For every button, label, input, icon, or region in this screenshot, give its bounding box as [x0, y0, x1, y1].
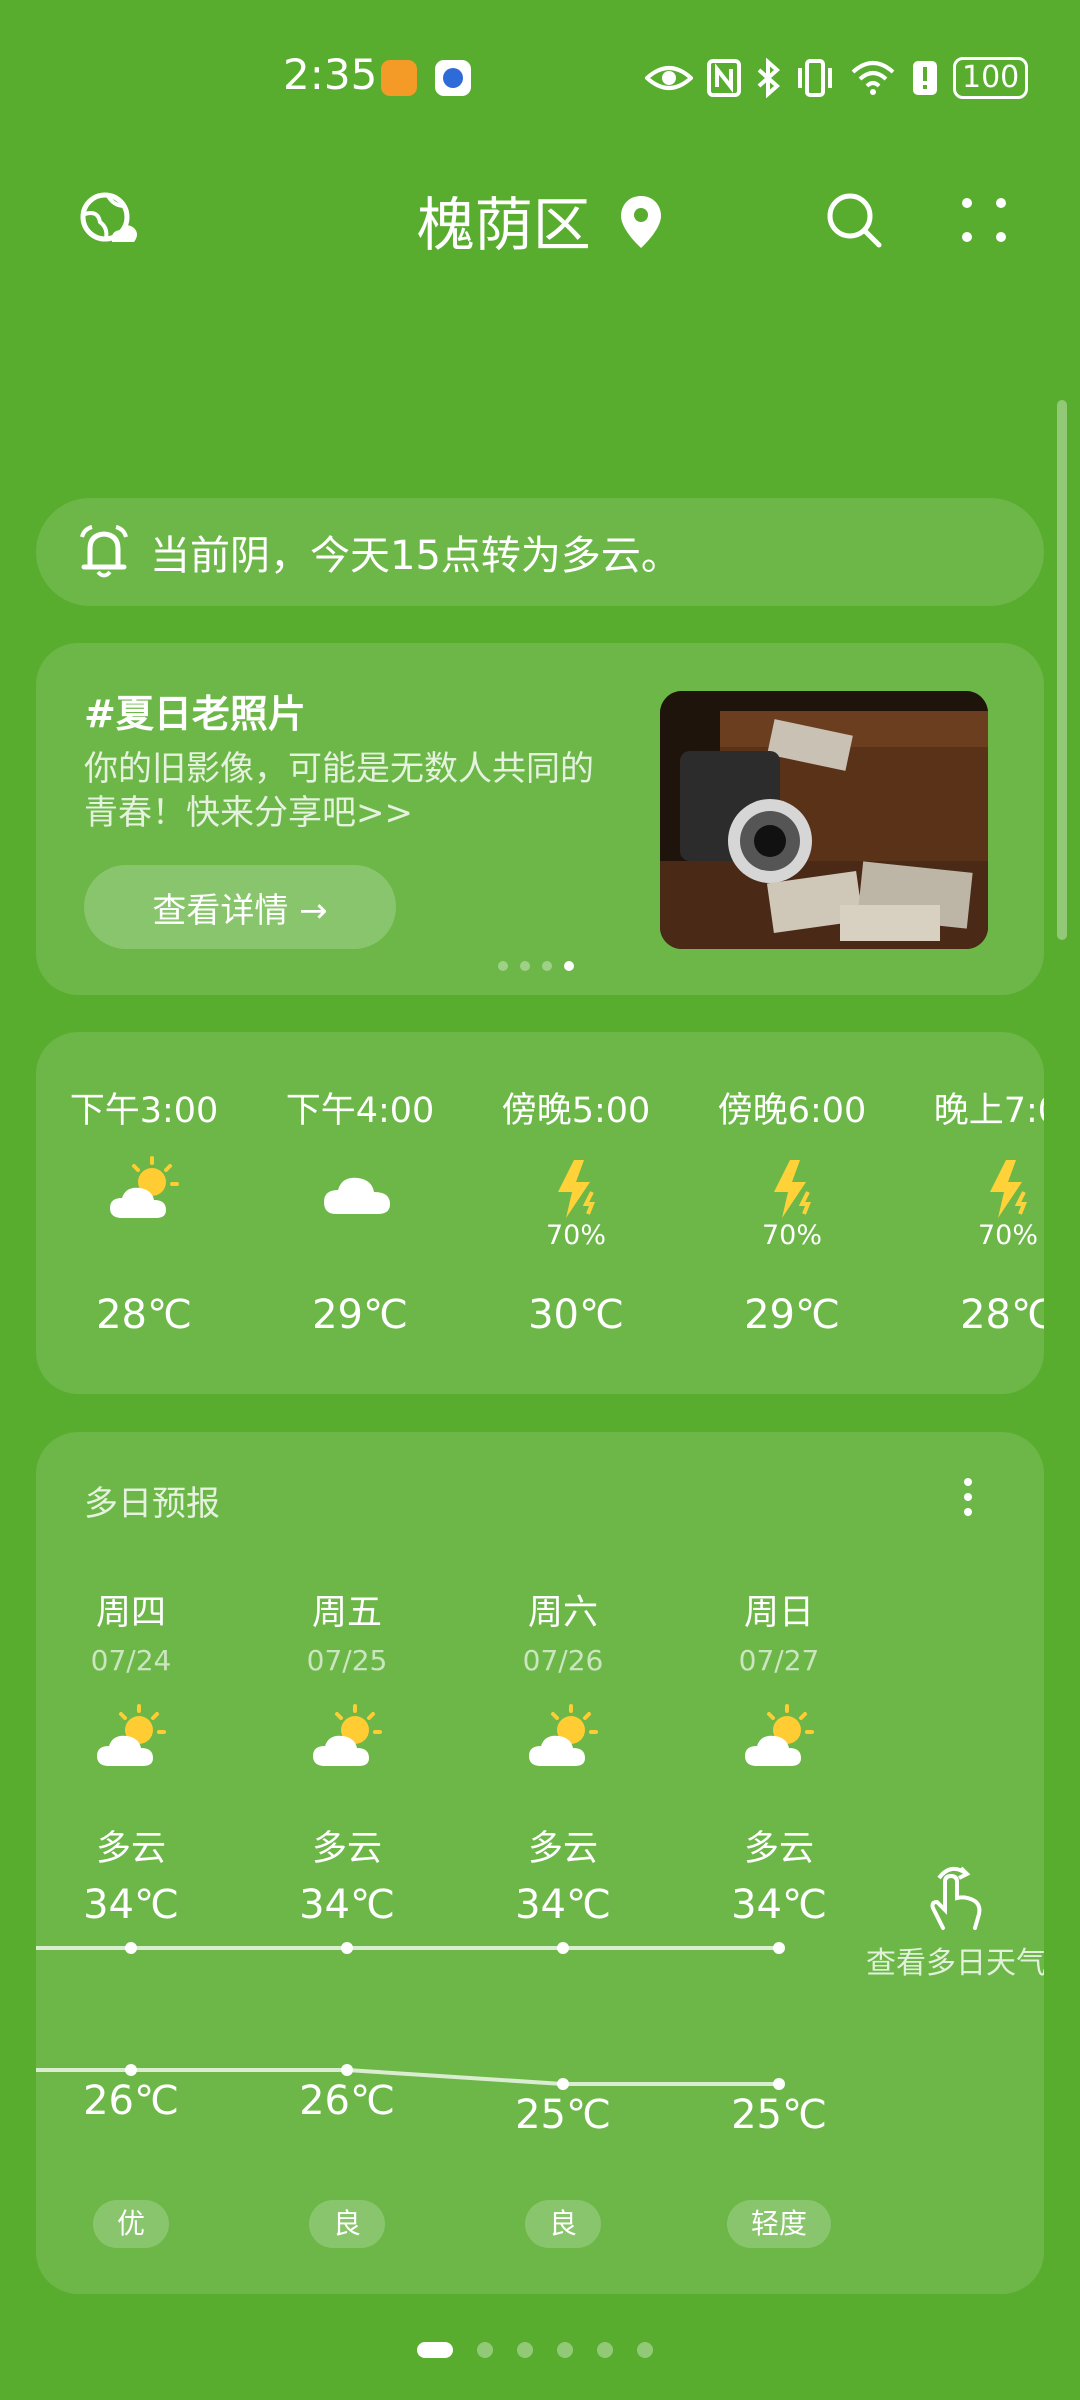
- carousel-dot: [542, 961, 552, 971]
- page-title[interactable]: 槐荫区: [0, 178, 1080, 264]
- precip-probability: 70%: [977, 1220, 1038, 1251]
- hourly-item: 晚上7:00 70% 28℃: [900, 1032, 1044, 1394]
- cloudy-icon: [320, 1152, 400, 1232]
- view-details-button[interactable]: 查看详情 →: [84, 865, 396, 949]
- page-dot[interactable]: [597, 2342, 613, 2358]
- more-icon[interactable]: [944, 180, 1024, 260]
- precip-probability: 70%: [761, 1220, 822, 1251]
- alert-icon: [913, 61, 937, 95]
- promo-description: 你的旧影像，可能是无数人共同的青春！快来分享吧>>: [84, 749, 594, 833]
- daily-low-temp: 26℃: [83, 2078, 179, 2124]
- low-temp-point: [341, 2064, 353, 2076]
- app-notification-icon: [435, 60, 471, 96]
- hourly-item: 傍晚6:00 70% 29℃: [684, 1032, 900, 1394]
- promo-title: #夏日老照片: [84, 692, 306, 736]
- hourly-time: 下午4:00: [285, 1091, 435, 1131]
- hourly-temp: 29℃: [312, 1292, 408, 1338]
- view-more-days-label: 查看多日天气: [866, 1946, 1044, 1981]
- hourly-item: 傍晚5:00 70% 30℃: [468, 1032, 684, 1394]
- hourly-temp: 28℃: [960, 1292, 1044, 1338]
- daily-low-temp: 26℃: [299, 2078, 395, 2124]
- hourly-temp: 28℃: [96, 1292, 192, 1338]
- status-icons: 100: [645, 48, 1029, 108]
- vibrate-icon: [798, 59, 832, 97]
- page-dot[interactable]: [557, 2342, 573, 2358]
- daily-low-temp: 25℃: [515, 2092, 611, 2138]
- hourly-temp: 29℃: [744, 1292, 840, 1338]
- promo-card[interactable]: #夏日老照片 你的旧影像，可能是无数人共同的青春！快来分享吧>> 查看详情 →: [36, 643, 1044, 995]
- hourly-item: 下午4:00 29℃: [252, 1032, 468, 1394]
- weather-alert-banner[interactable]: 当前阴，今天15点转为多云。: [36, 498, 1044, 606]
- scrollbar[interactable]: [1057, 400, 1067, 940]
- low-temp-point: [125, 2064, 137, 2076]
- swipe-hand-icon: [930, 1866, 982, 1930]
- page-indicator: [417, 2342, 653, 2358]
- high-temp-point: [773, 1942, 785, 1954]
- alert-text: 当前阴，今天15点转为多云。: [150, 533, 681, 579]
- view-more-days-button[interactable]: 查看多日天气: [856, 1864, 1044, 1982]
- status-time: 2:35: [283, 50, 378, 99]
- wifi-icon: [851, 61, 895, 95]
- low-temp-point: [773, 2078, 785, 2090]
- battery-icon: 100: [953, 57, 1029, 99]
- hourly-time: 傍晚5:00: [501, 1091, 651, 1131]
- page-dot[interactable]: [417, 2342, 453, 2358]
- daily-forecast[interactable]: 多日预报 周四 07/24 多云 34℃ 优周五 07/25 多云 34℃ 良周…: [36, 1432, 1044, 2294]
- high-temp-point: [125, 1942, 137, 1954]
- carousel-dot: [564, 961, 574, 971]
- page-dot[interactable]: [637, 2342, 653, 2358]
- page-dot[interactable]: [517, 2342, 533, 2358]
- page-dot[interactable]: [477, 2342, 493, 2358]
- eye-icon: [645, 66, 693, 90]
- carousel-dot: [498, 961, 508, 971]
- high-temp-point: [341, 1942, 353, 1954]
- high-temp-point: [557, 1942, 569, 1954]
- nfc-icon: [707, 59, 741, 97]
- location-pin-icon: [619, 194, 663, 264]
- promo-carousel-dots: [498, 961, 574, 971]
- hourly-time: 下午3:00: [69, 1091, 219, 1131]
- hourly-temp: 30℃: [528, 1292, 624, 1338]
- hourly-time: 傍晚6:00: [717, 1091, 867, 1131]
- app-notification-icon: [381, 60, 417, 96]
- search-icon[interactable]: [814, 180, 894, 260]
- carousel-dot: [520, 961, 530, 971]
- temperature-curves: [36, 1942, 785, 2090]
- low-temp-point: [557, 2078, 569, 2090]
- location-name: 槐荫区: [416, 191, 591, 259]
- precip-probability: 70%: [545, 1220, 606, 1251]
- partly-cloudy-icon: [104, 1152, 184, 1232]
- notification-bell-icon: [80, 525, 128, 579]
- hourly-forecast[interactable]: 下午3:00 28℃ 下午4:00 29℃ 傍晚5:00 70% 30℃ 傍晚6:00…: [36, 1032, 1044, 1394]
- promo-image[interactable]: [660, 691, 988, 949]
- bluetooth-icon: [757, 58, 781, 98]
- daily-low-temp: 25℃: [731, 2092, 827, 2138]
- hourly-time: 晚上7:00: [933, 1091, 1044, 1131]
- hourly-item: 下午3:00 28℃: [36, 1032, 252, 1394]
